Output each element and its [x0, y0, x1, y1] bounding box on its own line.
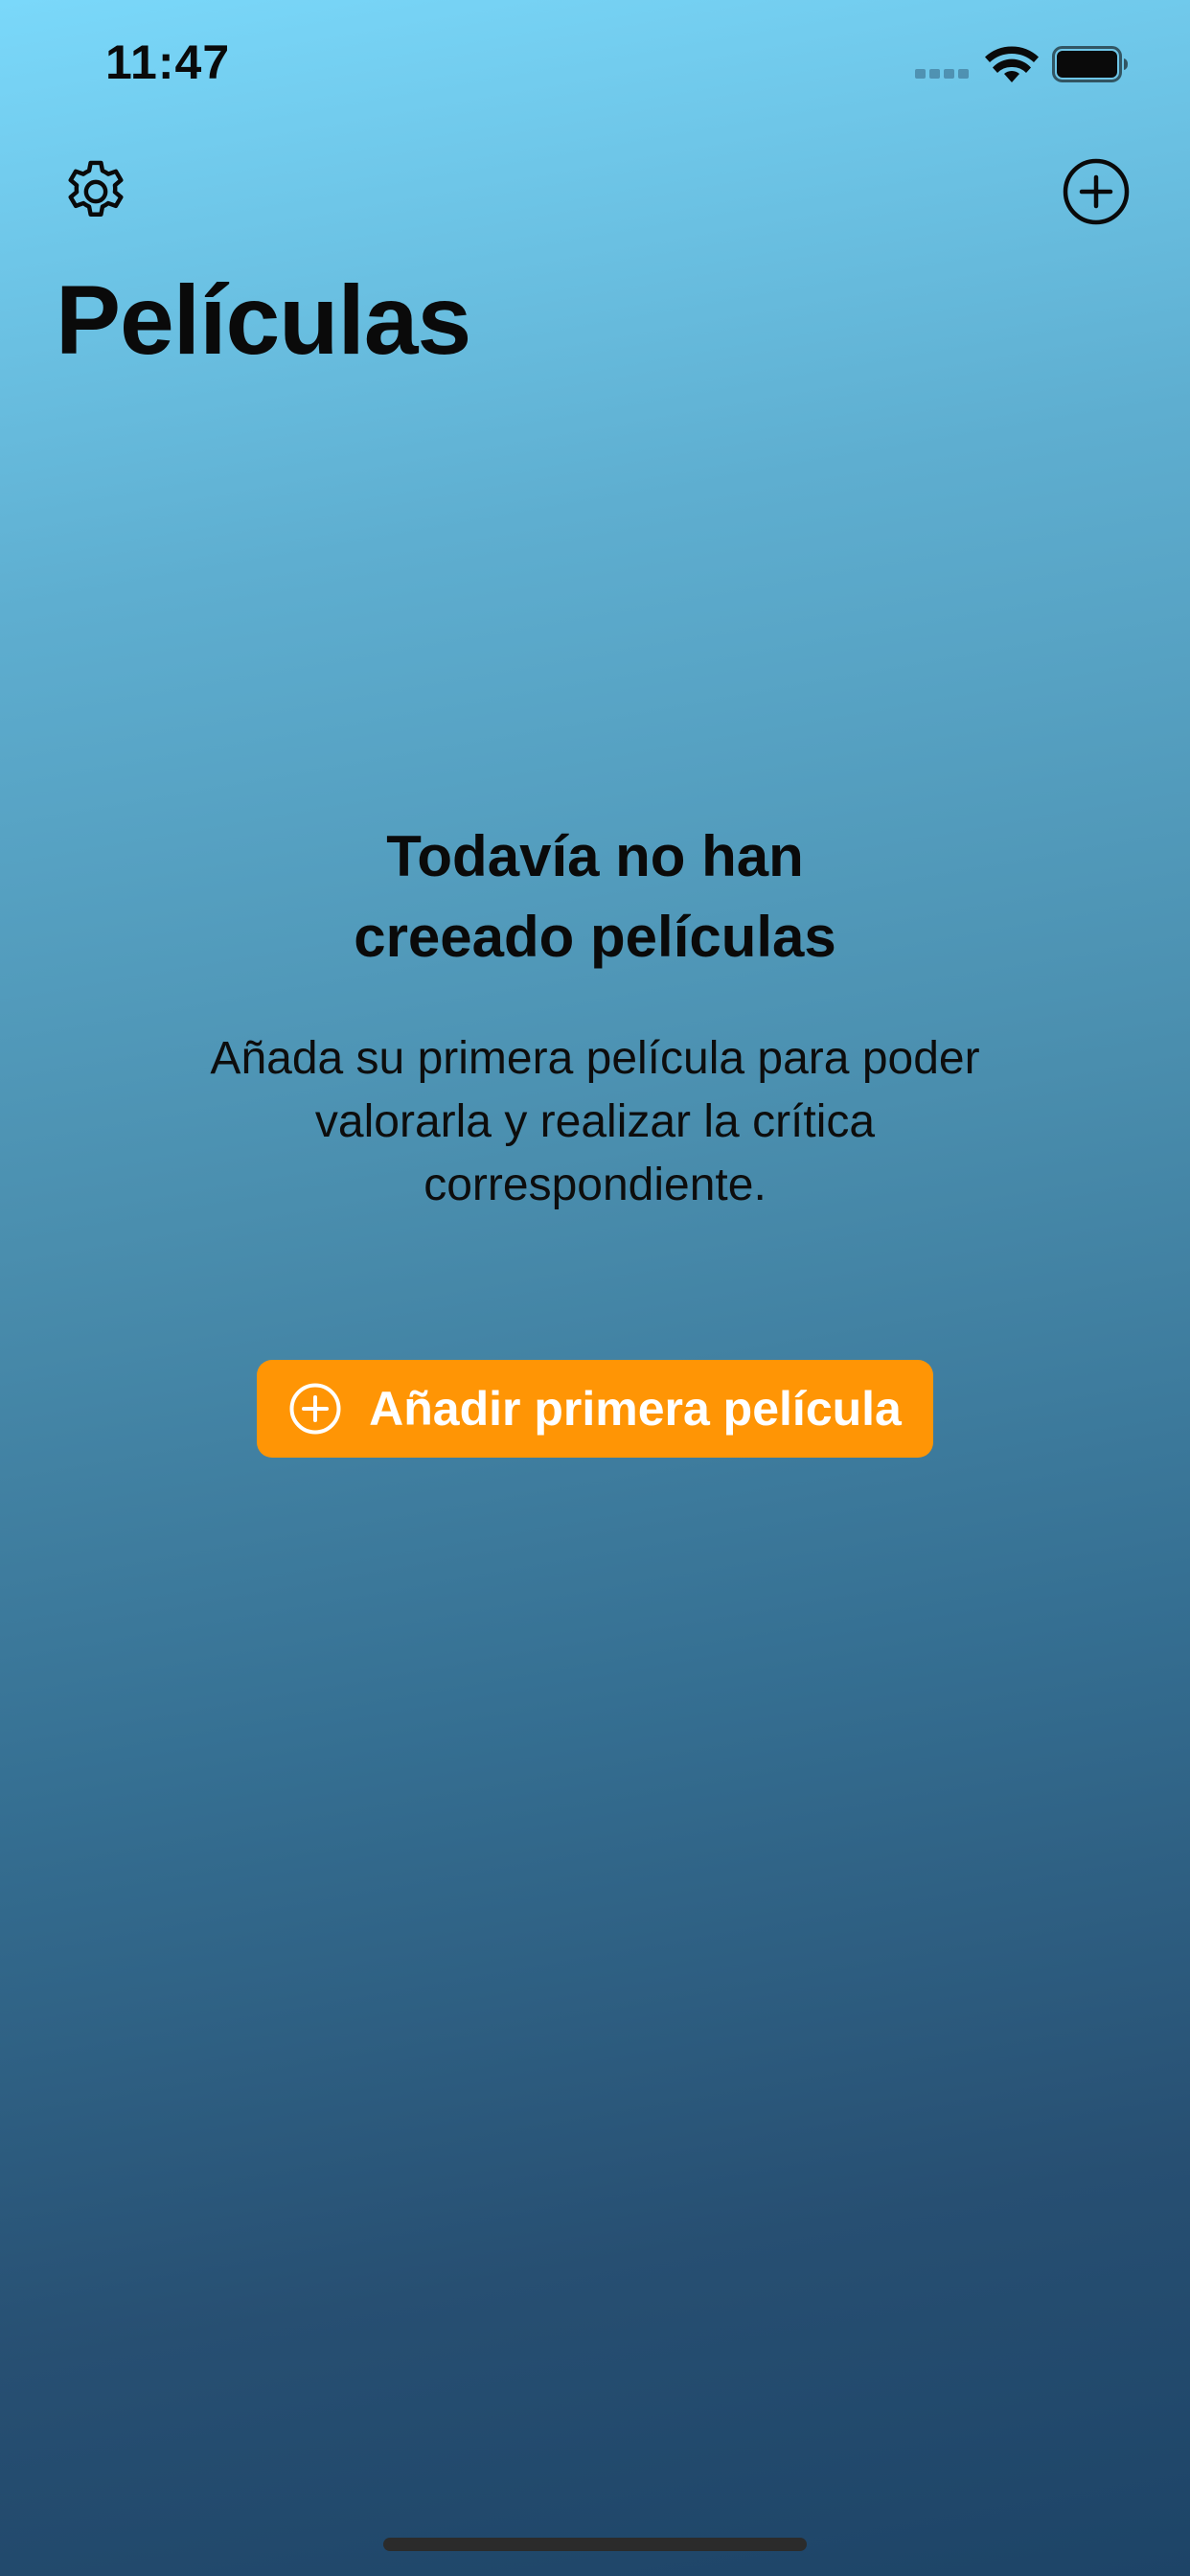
empty-state-message-line: correspondiente. [423, 1160, 767, 1210]
battery-icon [1052, 46, 1128, 82]
status-bar: 11:47 [0, 0, 1190, 134]
empty-state-title-line: Todavía no han [386, 824, 804, 888]
empty-state-message: Añada su primera película para poder val… [164, 1027, 1026, 1217]
wifi-icon [985, 46, 1039, 82]
add-first-movie-label: Añadir primera película [369, 1382, 902, 1436]
gear-icon[interactable] [59, 155, 132, 228]
home-indicator[interactable] [383, 2538, 807, 2551]
cellular-signal-icon [915, 69, 969, 80]
add-first-movie-button[interactable]: Añadir primera película [257, 1360, 933, 1458]
empty-state-message-line: Añada su primera película para poder [210, 1033, 980, 1084]
empty-state-message-line: valorarla y realizar la crítica [314, 1096, 876, 1147]
page-title: Películas [56, 265, 471, 375]
movies-screen: 11:47 Películas Todavía no han creeado p… [0, 0, 1190, 2576]
empty-state-title-line: creeado películas [354, 905, 836, 969]
status-time: 11:47 [105, 35, 231, 89]
plus-circle-icon[interactable] [1062, 157, 1131, 226]
empty-state: Todavía no han creeado películas Añada s… [0, 816, 1190, 1217]
plus-circle-icon [289, 1383, 341, 1435]
empty-state-title: Todavía no han creeado películas [260, 816, 930, 978]
